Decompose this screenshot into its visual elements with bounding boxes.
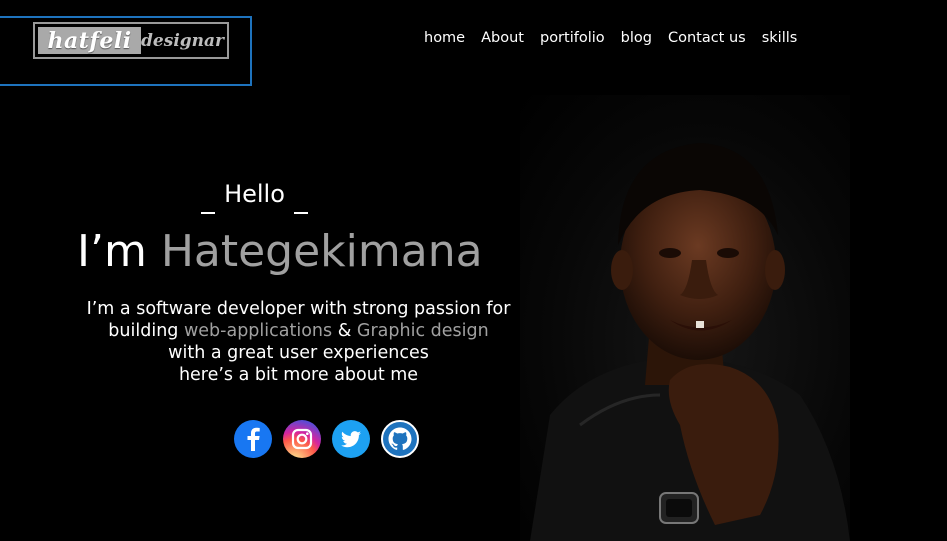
nav-about[interactable]: About	[481, 30, 524, 46]
github-icon[interactable]	[381, 420, 419, 458]
nav-contact[interactable]: Contact us	[668, 30, 746, 46]
hello-dash-left	[201, 212, 216, 214]
nav-blog[interactable]: blog	[621, 30, 652, 46]
highlight-graphic-design: Graphic design	[356, 321, 489, 341]
twitter-icon[interactable]	[332, 420, 370, 458]
instagram-icon[interactable]	[283, 420, 321, 458]
nav-home[interactable]: home	[424, 30, 465, 46]
social-links	[234, 420, 430, 458]
main-nav: home About portifolio blog Contact us sk…	[424, 30, 813, 46]
highlight-web-applications: web-applications	[183, 321, 333, 341]
logo[interactable]: hatfeli designar	[33, 22, 229, 59]
intro-ampersand: &	[332, 321, 357, 341]
hello-text: Hello	[224, 180, 285, 208]
intro-line-4: here’s a bit more about me	[178, 365, 419, 385]
logo-primary-text: hatfeli	[38, 27, 142, 54]
name-heading: I’m Hategekimana	[77, 226, 483, 277]
logo-secondary-text: designar	[141, 30, 224, 51]
hello-heading: Hello	[0, 180, 509, 214]
nav-portfolio[interactable]: portifolio	[540, 30, 605, 46]
intro-line-2: building web-applications & Graphic desi…	[60, 320, 537, 342]
facebook-icon[interactable]	[234, 420, 272, 458]
intro-description: I’m a software developer with strong pas…	[60, 298, 537, 386]
intro-line-2-prefix: building	[108, 321, 184, 341]
name-highlight: Hategekimana	[160, 226, 483, 277]
intro-line-1: I’m a software developer with strong pas…	[86, 299, 511, 319]
nav-skills[interactable]: skills	[762, 30, 798, 46]
intro-line-3: with a great user experiences	[168, 343, 429, 363]
name-prefix: I’m	[77, 226, 161, 277]
profile-photo	[520, 95, 850, 541]
hello-dash-right	[293, 212, 308, 214]
